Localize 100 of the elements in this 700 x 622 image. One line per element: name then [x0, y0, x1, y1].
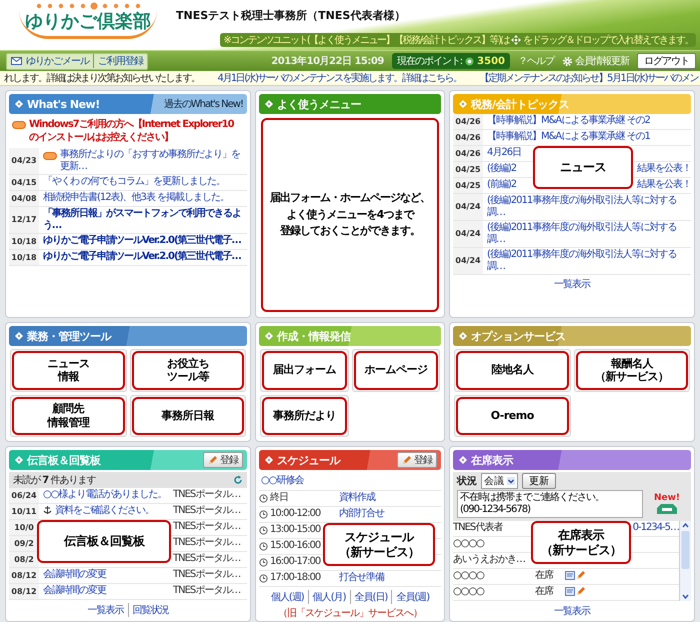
- topic-link[interactable]: 【時事解説】M&Aによる事業承継 その1: [487, 131, 650, 143]
- panel-title: 業務・管理ツール: [27, 328, 112, 344]
- register-button[interactable]: 登録: [397, 452, 437, 468]
- announcement-link[interactable]: 4月1日(水)サーバのメンテナンスを実施します。詳細はこちら。: [218, 71, 462, 85]
- callout-text: 情報管理: [47, 416, 90, 430]
- topic-date: 04/26: [453, 114, 483, 129]
- past-news-link[interactable]: 過去のWhat's New!: [164, 97, 243, 111]
- diamond-icon: [265, 100, 273, 108]
- panel-title: 伝言板＆回覧板: [27, 452, 102, 468]
- news-link[interactable]: 「やくわ の何でもコラム」を更新しました。: [43, 176, 226, 188]
- register-button[interactable]: 登録: [203, 452, 243, 468]
- message-date: 10/0: [9, 520, 39, 535]
- panel-title: 作成・情報発信: [277, 328, 352, 344]
- topic-link[interactable]: (後編)2011事務年度の海外取引法人等に対する調…: [487, 249, 691, 273]
- diamond-icon: [265, 332, 273, 340]
- pencil-icon: [208, 455, 218, 465]
- message-link[interactable]: ○○様より電話がありました。: [43, 489, 166, 501]
- diamond-icon: [265, 456, 273, 464]
- message-sender: TNESポータル…: [173, 569, 242, 581]
- message-field[interactable]: 不在時は携帯までご連絡ください。 (090-1234-5678): [457, 490, 643, 518]
- announcement-link[interactable]: 【定期メンテナンスのお知らせ】5月1日(水)サーバのメン: [480, 71, 698, 85]
- pencil-icon: [402, 455, 412, 465]
- clock-icon: [259, 542, 268, 550]
- event-link[interactable]: 内部打合せ: [339, 508, 384, 520]
- event-link[interactable]: 打合せ準備: [339, 572, 384, 584]
- diamond-icon: [459, 456, 467, 464]
- diamond-icon: [15, 456, 23, 464]
- footer-link[interactable]: 回覧状況: [128, 603, 172, 617]
- topic-link[interactable]: (前編)2: [487, 179, 516, 191]
- callout-text: （新サービス）: [338, 544, 420, 560]
- callout-text: 陸地名人: [491, 363, 534, 378]
- news-link[interactable]: ゆりかご電子申請ツールVer.2.0(第三世代電子…: [43, 251, 241, 263]
- list-link[interactable]: 一覧表示: [453, 602, 691, 618]
- message-link[interactable]: 会議時間の変更: [43, 569, 106, 581]
- news-date: 10/18: [9, 250, 39, 265]
- pencil-icon: [576, 586, 586, 596]
- callout-text: 顧問先: [52, 402, 84, 416]
- footer-link[interactable]: 一覧表示: [84, 603, 128, 617]
- member-status: 在席: [535, 570, 554, 582]
- news-link[interactable]: 「事務所日報」がスマートフォンで利用できるよう…: [43, 208, 247, 232]
- topic-date: 04/25: [453, 162, 483, 177]
- coin-icon: [465, 56, 474, 66]
- callout-text: （新サービス）: [595, 370, 668, 384]
- update-button[interactable]: 更新: [522, 473, 556, 489]
- topic-link[interactable]: 4月26日: [487, 147, 522, 159]
- scrollbar[interactable]: [679, 521, 691, 601]
- topic-link[interactable]: 結果を公表！: [637, 179, 691, 191]
- message-date: 10/11: [9, 504, 39, 519]
- status-label: 状況: [457, 474, 477, 488]
- callout-text: 伝言板＆回覧板: [64, 534, 144, 549]
- callout-text: 事務所日報: [162, 408, 214, 423]
- mail-link[interactable]: ゆりかごメール: [26, 54, 89, 68]
- callout-text: よく使うメニューを4つまで: [286, 206, 414, 223]
- event-time: 15:00-16:00: [270, 540, 320, 552]
- memo-icon[interactable]: [565, 570, 575, 580]
- caret-icon: [507, 477, 515, 485]
- view-link[interactable]: 全員(日): [350, 590, 392, 604]
- logo[interactable]: ゆりかご倶楽部: [19, 10, 157, 39]
- logout-button[interactable]: ログアウト: [637, 53, 696, 69]
- news-date: 04/23: [9, 148, 39, 174]
- event-link[interactable]: ○○研修会: [259, 470, 441, 491]
- diamond-icon: [459, 100, 467, 108]
- message-sender: TNESポータル…: [173, 505, 242, 517]
- message-date: 06/24: [9, 488, 39, 503]
- message-sender: TNESポータル…: [173, 537, 242, 549]
- pencil-icon: [576, 570, 586, 580]
- list-link[interactable]: 一覧表示: [453, 275, 691, 291]
- alert-text[interactable]: Windows7ご利用の方へ【Internet Explorer10 のインストールはお控えください】: [29, 118, 244, 144]
- member-name: ○○○○: [453, 538, 486, 550]
- settings-icon: [562, 56, 573, 66]
- clock-icon: [259, 558, 268, 566]
- member-message: 0-1234-5…: [632, 522, 679, 534]
- refresh-icon[interactable]: [233, 475, 243, 485]
- event-time: 10:00-12:00: [270, 508, 320, 520]
- status-select[interactable]: 会議: [481, 473, 518, 489]
- mail-icon: [11, 57, 22, 65]
- topic-link[interactable]: 【時事解説】M&Aによる事業承継 その2: [487, 115, 650, 127]
- register-link[interactable]: ご利用登録: [93, 54, 143, 68]
- news-link[interactable]: 相続税申告書(12表)、他3表 を掲載しました。: [43, 192, 230, 204]
- callout-text: お役立ち: [166, 356, 209, 370]
- message-date: 08/12: [9, 584, 39, 599]
- view-link[interactable]: 全員(週): [391, 590, 434, 604]
- view-link[interactable]: 個人(週): [266, 590, 308, 604]
- memo-icon[interactable]: [565, 586, 575, 596]
- callout-text: スケジュール: [344, 530, 414, 544]
- callout-text: 事務所だより: [272, 408, 336, 423]
- news-link[interactable]: ゆりかご電子申請ツールVer.2.0(第三世代電子…: [43, 235, 241, 247]
- topic-link[interactable]: (後編)2: [487, 163, 516, 175]
- legacy-service-link[interactable]: （旧「スケジュール」サービスへ）: [259, 604, 441, 620]
- message-link[interactable]: 会議時間の変更: [43, 585, 106, 597]
- message-link[interactable]: 資料をご確認ください。: [55, 505, 154, 517]
- topic-link[interactable]: (後編)2011事務年度の海外取引法人等に対する調…: [487, 222, 691, 246]
- topic-link[interactable]: 結果を公表！: [637, 163, 691, 175]
- topic-link[interactable]: (後編)2011事務年度の海外取引法人等に対する調…: [487, 195, 691, 219]
- view-link[interactable]: 個人(月): [308, 590, 350, 604]
- event-link[interactable]: 資料作成: [339, 492, 375, 504]
- callout-text: O-remo: [490, 408, 534, 423]
- news-date: 04/08: [9, 191, 39, 206]
- callout-text: ニュース: [560, 160, 606, 175]
- news-link[interactable]: 事務所だよりの「おすすめ事務所だより」を更新…: [60, 149, 247, 173]
